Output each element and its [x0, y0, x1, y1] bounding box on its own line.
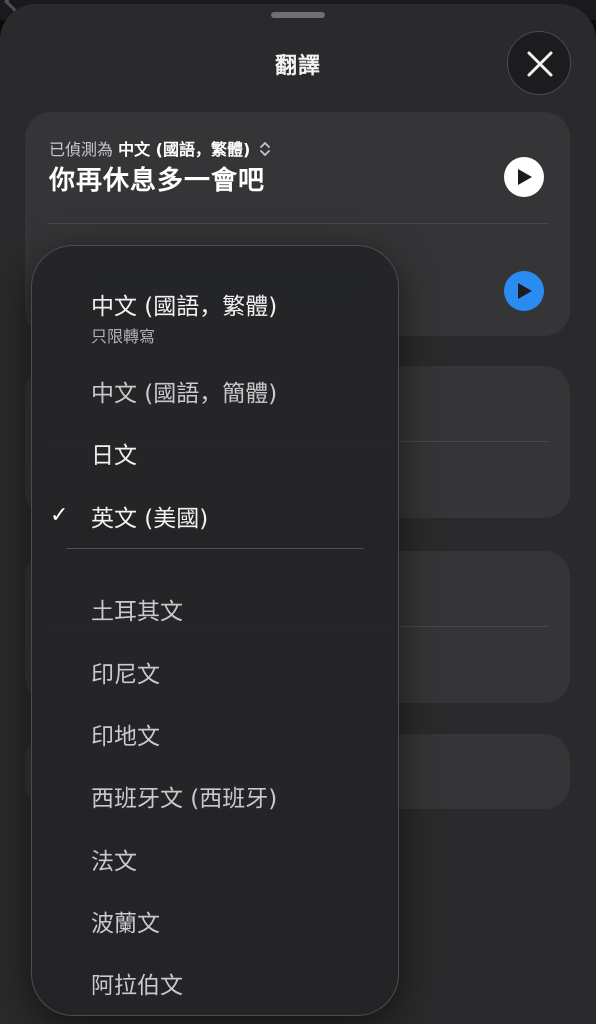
menu-item-label: 中文 (國語，簡體): [91, 381, 278, 407]
menu-item-label: 西班牙文 (西班牙): [91, 786, 278, 812]
play-source-button[interactable]: [504, 157, 544, 197]
menu-item-hindi[interactable]: 印地文: [32, 703, 398, 759]
sheet-grabber[interactable]: [271, 12, 325, 18]
close-button[interactable]: [507, 31, 571, 95]
detected-language: 中文 (國語，繁體): [118, 140, 251, 159]
menu-item-spanish[interactable]: 西班牙文 (西班牙): [32, 765, 398, 821]
menu-item-indonesian[interactable]: 印尼文: [32, 641, 398, 697]
menu-item-french[interactable]: 法文: [32, 828, 398, 884]
detected-prefix: 已偵測為: [49, 140, 114, 159]
divider: [47, 223, 548, 224]
menu-item-label: 印尼文: [91, 662, 160, 688]
menu-item-label: 法文: [91, 849, 137, 875]
menu-item-label: 阿拉伯文: [91, 973, 183, 999]
menu-item-label: 印地文: [91, 724, 160, 750]
menu-item-polish[interactable]: 波蘭文: [32, 890, 398, 946]
menu-item-label: 中文 (國語，繁體): [91, 294, 278, 320]
menu-item-japanese[interactable]: 日文: [32, 422, 398, 478]
menu-item-arabic[interactable]: 阿拉伯文: [32, 952, 398, 1008]
checkmark-icon: ✓: [50, 503, 69, 528]
close-icon: [527, 51, 553, 77]
chevron-up-down-icon: [259, 141, 271, 161]
play-icon: [518, 283, 532, 299]
menu-item-sublabel: 只限轉寫: [91, 327, 156, 346]
menu-divider: [66, 548, 364, 549]
menu-item-turkish[interactable]: 土耳其文: [32, 578, 398, 634]
source-text: 你再休息多一會吧: [49, 166, 266, 196]
menu-item-zh-traditional[interactable]: 中文 (國語，繁體) 只限轉寫: [32, 273, 398, 346]
detected-language-selector[interactable]: 已偵測為 中文 (國語，繁體): [49, 136, 271, 161]
play-icon: [518, 169, 532, 185]
menu-item-label: 日文: [91, 443, 137, 469]
language-menu: 中文 (國語，繁體) 只限轉寫 中文 (國語，簡體) 日文 ✓ 英文 (美國) …: [31, 245, 399, 1016]
menu-item-zh-simplified[interactable]: 中文 (國語，簡體): [32, 360, 398, 416]
menu-item-label: 波蘭文: [91, 911, 160, 937]
menu-item-label: 英文 (美國): [91, 506, 209, 532]
menu-item-english-us[interactable]: ✓ 英文 (美國): [32, 485, 398, 541]
menu-item-label: 土耳其文: [91, 599, 183, 625]
play-translation-button[interactable]: [504, 271, 544, 311]
